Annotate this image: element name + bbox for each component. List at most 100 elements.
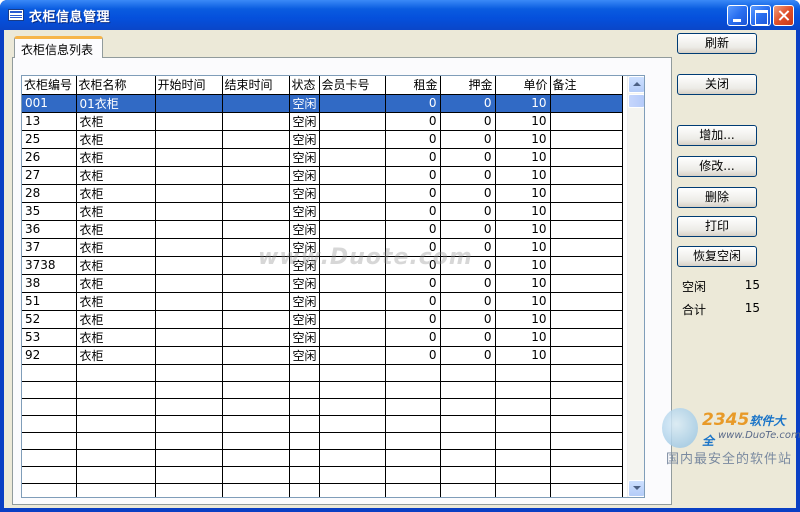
- table-cell: 衣柜: [76, 130, 156, 149]
- table-cell: [495, 432, 551, 450]
- column-header[interactable]: 衣柜编号: [22, 76, 77, 95]
- scroll-down-icon[interactable]: [628, 480, 644, 497]
- table-cell: [495, 415, 551, 433]
- scroll-thumb[interactable]: [628, 94, 644, 108]
- close-window-button[interactable]: [773, 5, 794, 26]
- table-cell: 0: [385, 220, 441, 239]
- empty-table-row[interactable]: [22, 415, 623, 433]
- print-button[interactable]: 打印: [677, 216, 757, 237]
- maximize-button[interactable]: [750, 5, 771, 26]
- vertical-scrollbar[interactable]: [627, 76, 644, 497]
- column-header[interactable]: 衣柜名称: [76, 76, 156, 95]
- table-cell: 衣柜: [76, 148, 156, 167]
- empty-table-row[interactable]: [22, 364, 623, 382]
- table-row[interactable]: 28 衣柜 空闲 0 0 10: [22, 184, 623, 203]
- table-cell: [495, 466, 551, 484]
- table-row[interactable]: 13 衣柜 空闲 0 0 10: [22, 112, 623, 131]
- table-cell: [289, 364, 320, 382]
- table-cell: [319, 220, 386, 239]
- table-cell: [550, 256, 623, 275]
- table-row[interactable]: 36 衣柜 空闲 0 0 10: [22, 220, 623, 239]
- table-cell: 0: [440, 130, 496, 149]
- table-cell: 10: [495, 310, 551, 329]
- column-header[interactable]: 押金: [440, 76, 496, 95]
- column-header[interactable]: 结束时间: [222, 76, 290, 95]
- title-bar[interactable]: 衣柜信息管理: [0, 0, 800, 30]
- table-cell: [76, 381, 156, 399]
- empty-table-row[interactable]: [22, 398, 623, 416]
- table-cell: [222, 398, 290, 416]
- table-cell: [155, 398, 223, 416]
- column-header[interactable]: 开始时间: [155, 76, 223, 95]
- empty-table-row[interactable]: [22, 381, 623, 399]
- watermark-text: www.Duote.com: [258, 245, 473, 270]
- column-header[interactable]: 状态: [289, 76, 320, 95]
- table-cell: [289, 415, 320, 433]
- table-cell: 衣柜: [76, 202, 156, 221]
- table-row[interactable]: 51 衣柜 空闲 0 0 10: [22, 292, 623, 311]
- column-header[interactable]: 备注: [550, 76, 623, 95]
- empty-table-row[interactable]: [22, 483, 623, 497]
- table-cell: 0: [440, 346, 496, 365]
- table-cell: [222, 184, 290, 203]
- table-row[interactable]: 001 01衣柜 空闲 0 0 10: [22, 94, 623, 113]
- table-cell: [289, 432, 320, 450]
- table-cell: [22, 483, 77, 497]
- delete-button[interactable]: 删除: [677, 187, 757, 208]
- table-cell: [319, 112, 386, 131]
- table-row[interactable]: 25 衣柜 空闲 0 0 10: [22, 130, 623, 149]
- table-cell: 0: [385, 310, 441, 329]
- column-header[interactable]: 会员卡号: [319, 76, 386, 95]
- table-cell: [385, 415, 441, 433]
- table-cell: [22, 415, 77, 433]
- empty-table-row[interactable]: [22, 466, 623, 484]
- table-cell: 0: [440, 184, 496, 203]
- scroll-up-icon[interactable]: [628, 76, 644, 93]
- table-cell: 衣柜: [76, 328, 156, 347]
- table-cell: [76, 364, 156, 382]
- tab-locker-list[interactable]: 衣柜信息列表: [14, 36, 103, 58]
- close-button[interactable]: 关闭: [677, 74, 757, 95]
- total-count-value: 15: [744, 301, 760, 315]
- table-cell: [22, 364, 77, 382]
- add-button[interactable]: 增加...: [677, 125, 757, 146]
- table-cell: [22, 398, 77, 416]
- column-header[interactable]: 租金: [385, 76, 441, 95]
- logo-brand-number: 2345: [702, 410, 750, 430]
- restore-idle-button[interactable]: 恢复空闲: [677, 246, 757, 267]
- table-cell: [550, 398, 623, 416]
- table-cell: [222, 449, 290, 467]
- table-row[interactable]: 52 衣柜 空闲 0 0 10: [22, 310, 623, 329]
- table-cell: 0: [385, 328, 441, 347]
- refresh-button[interactable]: 刷新: [677, 33, 757, 54]
- table-cell: [76, 466, 156, 484]
- table-cell: [385, 432, 441, 450]
- table-cell: 10: [495, 274, 551, 293]
- table-cell: [155, 94, 223, 113]
- table-row[interactable]: 35 衣柜 空闲 0 0 10: [22, 202, 623, 221]
- empty-table-row[interactable]: [22, 432, 623, 450]
- table-cell: [440, 381, 496, 399]
- table-cell: [319, 310, 386, 329]
- tab-label: 衣柜信息列表: [21, 43, 94, 57]
- idle-count-value: 15: [744, 278, 760, 292]
- minimize-button[interactable]: [727, 5, 748, 26]
- window-title: 衣柜信息管理: [29, 10, 111, 25]
- table-cell: [385, 466, 441, 484]
- table-row[interactable]: 27 衣柜 空闲 0 0 10: [22, 166, 623, 185]
- column-header[interactable]: 单价: [495, 76, 551, 95]
- edit-button[interactable]: 修改...: [677, 156, 757, 177]
- table-row[interactable]: 38 衣柜 空闲 0 0 10: [22, 274, 623, 293]
- table-row[interactable]: 53 衣柜 空闲 0 0 10: [22, 328, 623, 347]
- empty-table-row[interactable]: [22, 449, 623, 467]
- locker-table[interactable]: 衣柜编号 衣柜名称 开始时间 结束时间 状态 会员卡号 租金 押金 单价 备注 001 01衣柜 空闲…: [21, 75, 645, 498]
- table-row[interactable]: 26 衣柜 空闲 0 0 10: [22, 148, 623, 167]
- table-cell: [319, 398, 386, 416]
- table-cell: 001: [22, 94, 77, 113]
- table-cell: [155, 328, 223, 347]
- table-cell: [222, 94, 290, 113]
- table-cell: [319, 346, 386, 365]
- table-cell: [385, 483, 441, 497]
- table-row[interactable]: 92 衣柜 空闲 0 0 10: [22, 346, 623, 365]
- table-cell: [550, 449, 623, 467]
